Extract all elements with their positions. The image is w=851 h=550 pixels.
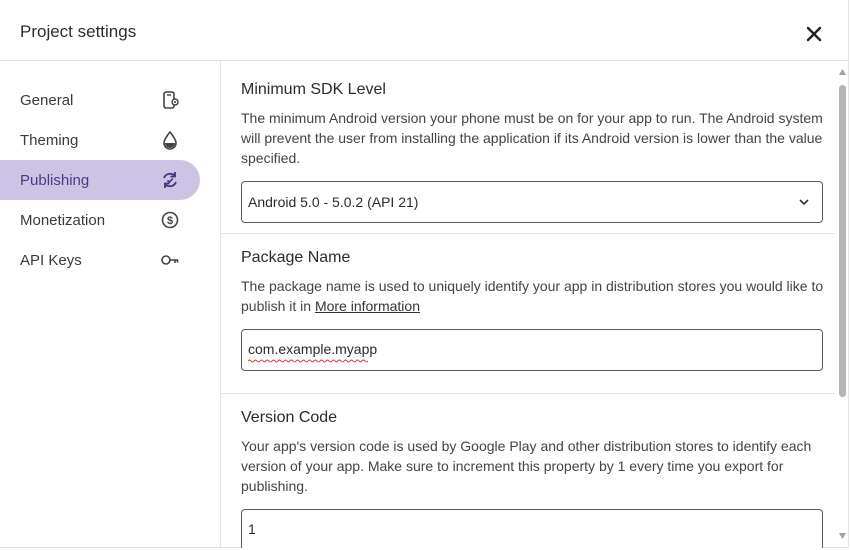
version-code-field[interactable] — [241, 509, 823, 548]
svg-text:$: $ — [167, 215, 173, 227]
spellcheck-underline — [248, 359, 369, 363]
content-scrollbar[interactable] — [836, 61, 849, 548]
scrollbar-thumb[interactable] — [839, 85, 846, 397]
sidebar-item-publishing[interactable]: Publishing — [0, 160, 200, 200]
min-sdk-title: Minimum SDK Level — [241, 81, 386, 98]
package-name-input[interactable] — [248, 341, 808, 357]
sidebar-item-label: Monetization — [20, 211, 106, 229]
key-icon — [161, 255, 179, 265]
sidebar-item-label: API Keys — [20, 251, 82, 269]
close-icon — [806, 26, 822, 42]
dialog-title: Project settings — [20, 22, 137, 41]
sidebar-item-monetization[interactable]: Monetization $ — [0, 200, 200, 240]
settings-content: Minimum SDK Level The minimum Android ve… — [221, 61, 837, 548]
settings-sidebar: General Theming Publishing Monetization … — [0, 61, 221, 548]
min-sdk-description: The minimum Android version your phone m… — [241, 110, 823, 166]
package-name-description: The package name is used to uniquely ide… — [241, 276, 829, 316]
scroll-up-arrow-icon[interactable] — [839, 69, 846, 75]
scroll-down-arrow-icon[interactable] — [839, 533, 846, 539]
sync-icon — [163, 172, 177, 188]
sidebar-item-label: General — [20, 91, 74, 109]
sidebar-item-theming[interactable]: Theming — [0, 120, 200, 160]
version-code-title: Version Code — [241, 409, 338, 426]
sidebar-item-general[interactable]: General — [0, 80, 200, 120]
package-name-title: Package Name — [241, 249, 351, 266]
more-information-link[interactable]: More information — [315, 298, 420, 314]
version-code-input[interactable] — [248, 521, 808, 537]
package-name-section: Package Name The package name is used to… — [241, 249, 829, 316]
min-sdk-select[interactable]: Android 5.0 - 5.0.2 (API 21) — [241, 181, 823, 223]
sidebar-item-label: Publishing — [20, 171, 90, 189]
close-button[interactable] — [803, 23, 825, 45]
chevron-down-icon — [799, 199, 809, 206]
package-name-field[interactable] — [241, 329, 823, 371]
droplet-icon — [163, 130, 177, 150]
sidebar-item-label: Theming — [20, 131, 79, 149]
dialog-header: Project settings — [0, 0, 849, 61]
section-divider — [221, 393, 835, 394]
version-code-description: Your app's version code is used by Googl… — [241, 438, 812, 494]
sidebar-item-api-keys[interactable]: API Keys — [0, 240, 200, 280]
dollar-icon: $ — [161, 211, 179, 229]
device-settings-icon — [163, 91, 179, 109]
section-divider — [221, 233, 835, 234]
min-sdk-selected-value: Android 5.0 - 5.0.2 (API 21) — [248, 194, 419, 210]
project-settings-dialog: Project settings General Theming Publish… — [0, 0, 849, 548]
version-code-section: Version Code Your app's version code is … — [241, 409, 829, 496]
min-sdk-section: Minimum SDK Level The minimum Android ve… — [241, 81, 829, 168]
